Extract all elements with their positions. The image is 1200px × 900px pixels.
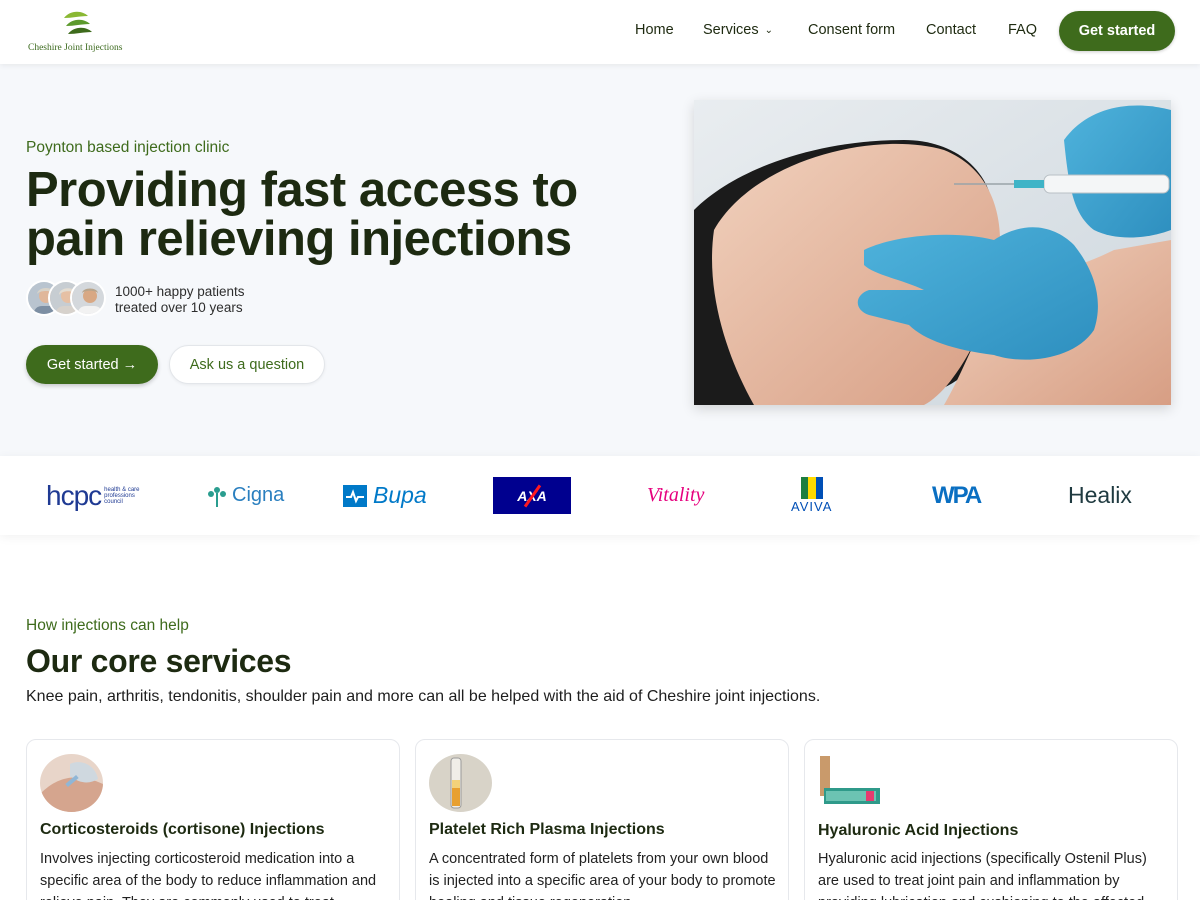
hero-injection-image [694,100,1171,405]
corticosteroid-injection-image [40,754,103,812]
nav-faq[interactable]: FAQ [1008,22,1037,38]
hcpc-subtext: health & care professions council [104,486,140,505]
cigna-logo-text: Cigna [232,484,285,506]
avatar [70,280,106,316]
hero-section: Poynton based injection clinic Providing… [0,64,1200,456]
hero-title: Providing fast access to pain relieving … [26,166,626,264]
logo-text: Cheshire Joint Injections [28,43,123,53]
healix-logo: Healix [1068,456,1132,535]
happy-patients-text: 1000+ happy patients treated over 10 yea… [115,284,244,316]
aviva-flag-icon [800,477,823,499]
hyaluronic-product-image [818,754,881,812]
service-card-text: Hyaluronic acid injections (specifically… [818,851,1147,900]
patient-avatars [26,280,106,318]
ask-question-button[interactable]: Ask us a question [169,345,325,384]
wpa-logo: WPA [932,456,982,535]
service-card-title: Platelet Rich Plasma Injections [429,821,665,838]
service-card-hyaluronic[interactable]: Hyaluronic Acid Injections Hyaluronic ac… [804,739,1178,900]
hero-eyebrow: Poynton based injection clinic [26,139,230,156]
service-card-text: Involves injecting corticosteroid medica… [40,851,377,900]
partner-logos-strip: hcpc health & care professions council C… [0,456,1200,535]
header-get-started-button[interactable]: Get started [1059,11,1175,51]
nav-services[interactable]: Services ⌄ [703,22,773,38]
services-subtitle: Knee pain, arthritis, tendonitis, should… [26,688,821,705]
vitality-logo-text: Vitality [647,484,705,506]
hero-title-line-2: pain relieving injections [26,212,572,266]
nav-contact[interactable]: Contact [926,22,976,38]
services-title: Our core services [26,643,292,679]
axa-logo: AXA [493,456,571,535]
nav-home[interactable]: Home [635,22,674,38]
healix-logo-text: Healix [1068,482,1132,508]
bupa-logo-text: Bupa [373,482,427,508]
chevron-down-icon: ⌄ [764,25,773,36]
services-eyebrow: How injections can help [26,617,189,634]
leaf-logo-icon [64,11,92,34]
hcpc-logo-text: hcpc [46,479,102,511]
happy-patients-line-2: treated over 10 years [115,300,243,315]
service-card-title: Corticosteroids (cortisone) Injections [40,821,325,838]
site-header: Cheshire Joint Injections Home Services ⌄… [0,0,1200,64]
hcpc-logo: hcpc health & care professions council [46,456,144,535]
happy-patients-line-1: 1000+ happy patients [115,284,245,299]
bupa-heart-icon [343,484,367,507]
wpa-logo-text: WPA [932,481,982,509]
nav-services-label: Services [703,22,759,38]
cigna-logo: Cigna [205,456,284,535]
hero-title-line-1: Providing fast access to [26,163,578,217]
service-card-corticosteroids[interactable]: Corticosteroids (cortisone) Injections I… [26,739,400,900]
bupa-logo: Bupa [343,456,427,535]
service-card-title: Hyaluronic Acid Injections [818,822,1019,839]
nav-consent-form[interactable]: Consent form [808,22,895,38]
aviva-logo-text: AVIVA [791,499,833,514]
site-logo[interactable]: Cheshire Joint Injections [28,8,132,56]
service-card-prp[interactable]: Platelet Rich Plasma Injections A concen… [415,739,789,900]
service-card-text: A concentrated form of platelets from yo… [429,851,776,900]
cigna-tree-icon [208,486,226,507]
hero-get-started-button[interactable]: Get started → [26,345,158,384]
vitality-logo: Vitality [647,456,704,535]
aviva-logo: AVIVA [791,456,832,535]
prp-injection-image [429,754,492,812]
